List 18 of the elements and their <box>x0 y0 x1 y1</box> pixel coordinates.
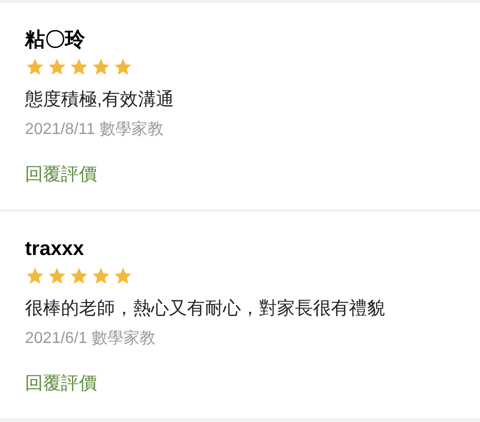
reviewer-name: traxxx <box>25 237 84 262</box>
star-icon <box>69 266 89 286</box>
star-icon <box>25 266 45 286</box>
star-icon <box>91 266 111 286</box>
reviewer-name: 粘〇玲 <box>25 28 85 53</box>
star-icon <box>47 266 67 286</box>
reply-link[interactable]: 回覆評價 <box>25 371 97 395</box>
star-icon <box>113 266 133 286</box>
star-icon <box>113 57 133 77</box>
star-icon <box>91 57 111 77</box>
review-comment: 態度積極,有效溝通 <box>25 88 174 111</box>
star-icon <box>69 57 89 77</box>
star-icon <box>47 57 67 77</box>
review-date: 2021/8/11 數學家教 <box>25 120 164 140</box>
review-date: 2021/6/1 數學家教 <box>25 328 156 349</box>
review-comment: 很棒的老師，熱心又有耐心，對家長很有禮貌 <box>25 297 385 320</box>
reply-link[interactable]: 回覆評價 <box>25 162 97 186</box>
star-icon <box>25 57 45 77</box>
